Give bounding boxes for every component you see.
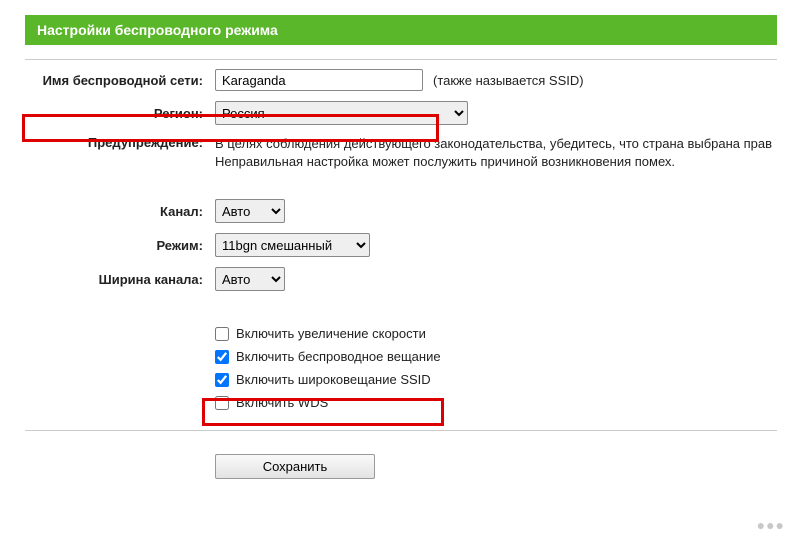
wireless-enable-checkbox[interactable] [215,350,229,364]
row-speed-boost: Включить увеличение скорости [25,322,777,345]
save-button[interactable]: Сохранить [215,454,375,479]
row-warning: Предупреждение: В целях соблюдения дейст… [25,130,777,176]
row-channel-width: Ширина канала: Авто [25,262,777,296]
ellipsis-icon: ●●● [757,517,785,533]
label-warning: Предупреждение: [25,135,215,150]
label-channel: Канал: [25,204,215,219]
wds-checkbox[interactable] [215,396,229,410]
ssid-broadcast-text: Включить широковещание SSID [236,372,431,387]
row-ssid-broadcast: Включить широковещание SSID [25,368,777,391]
label-mode: Режим: [25,238,215,253]
ssid-broadcast-checkbox[interactable] [215,373,229,387]
wireless-enable-label[interactable]: Включить беспроводное вещание [215,349,441,364]
row-mode: Режим: 11bgn смешанный [25,228,777,262]
wds-text: Включить WDS [236,395,328,410]
row-region: Регион: Россия [25,96,777,130]
ssid-input[interactable] [215,69,423,91]
speed-boost-checkbox[interactable] [215,327,229,341]
ssid-hint: (также называется SSID) [433,73,584,88]
page-title: Настройки беспроводного режима [25,15,777,45]
ssid-broadcast-label[interactable]: Включить широковещание SSID [215,372,431,387]
wireless-settings-form: Имя беспроводной сети: (также называется… [25,64,777,484]
mode-select[interactable]: 11bgn смешанный [215,233,370,257]
wds-label[interactable]: Включить WDS [215,395,328,410]
label-region: Регион: [25,106,215,121]
speed-boost-text: Включить увеличение скорости [236,326,426,341]
row-save: Сохранить [25,449,777,484]
label-channel-width: Ширина канала: [25,272,215,287]
divider [25,59,777,60]
row-ssid: Имя беспроводной сети: (также называется… [25,64,777,96]
channel-select[interactable]: Авто [215,199,285,223]
warning-text: В целях соблюдения действующего законода… [215,135,772,171]
row-wireless-enable: Включить беспроводное вещание [25,345,777,368]
channel-width-select[interactable]: Авто [215,267,285,291]
row-channel: Канал: Авто [25,194,777,228]
region-select[interactable]: Россия [215,101,468,125]
speed-boost-label[interactable]: Включить увеличение скорости [215,326,426,341]
wireless-enable-text: Включить беспроводное вещание [236,349,441,364]
divider-bottom [25,430,777,431]
label-ssid: Имя беспроводной сети: [25,73,215,88]
row-wds: Включить WDS [25,391,777,414]
